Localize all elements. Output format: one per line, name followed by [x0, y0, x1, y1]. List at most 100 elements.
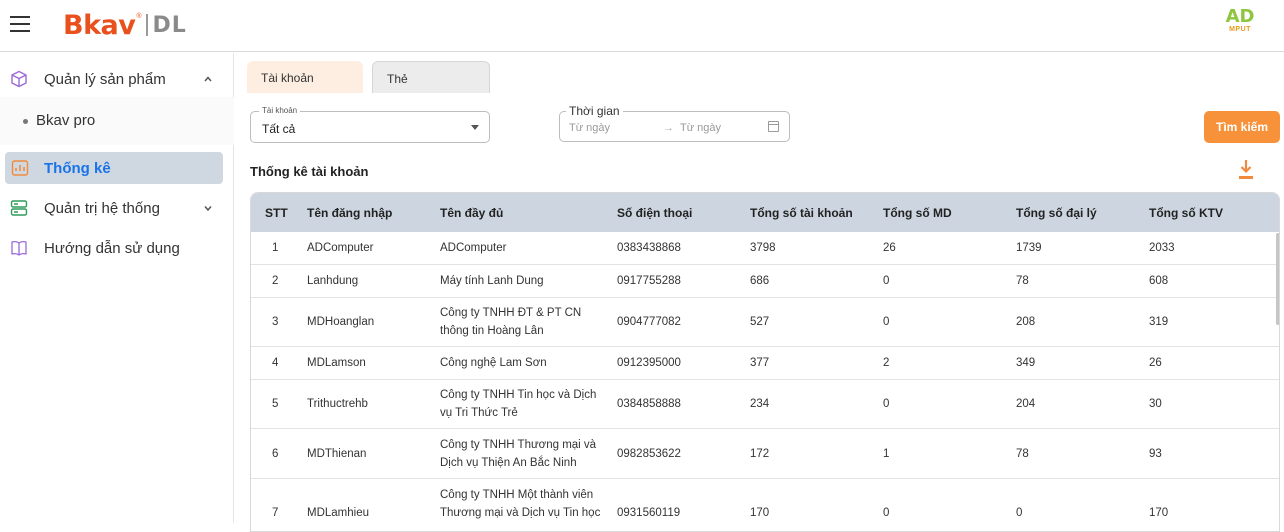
column-header-total-accounts[interactable]: Tổng số tài khoản: [750, 206, 853, 220]
cell-phone: 0383438868: [617, 242, 681, 254]
column-header-phone[interactable]: Số điện thoại: [617, 206, 692, 220]
partner-logo-bottom: MPUT: [1229, 26, 1251, 33]
cell-username: Lanhdung: [307, 275, 359, 287]
account-select-legend: Tài khoản: [259, 106, 301, 115]
cell-fullname-line2: thông tin Hoàng Lân: [440, 325, 544, 337]
search-button[interactable]: Tìm kiếm: [1204, 111, 1280, 143]
top-bar: Bkav ® DL AD MPUT: [0, 0, 1284, 52]
box-icon: [11, 70, 27, 88]
cell-stt: 2: [272, 275, 279, 287]
column-header-total-md[interactable]: Tổng số MD: [883, 206, 952, 220]
sidebar-item-label: Thống kê: [44, 159, 111, 177]
cell-total-md: 2: [883, 357, 890, 369]
cell-total-agents: 0: [1016, 507, 1023, 519]
cell-username: MDLamson: [307, 357, 366, 369]
server-icon: [10, 200, 28, 216]
download-icon[interactable]: [1238, 159, 1254, 181]
table-scrollbar[interactable]: [1276, 233, 1279, 325]
tab-accounts[interactable]: Tài khoản: [247, 61, 363, 93]
cell-total-ktv: 30: [1149, 398, 1162, 410]
cell-total-accounts: 527: [750, 316, 770, 328]
arrow-right-icon: →: [663, 122, 674, 134]
partner-logo: AD MPUT: [1222, 8, 1258, 36]
table-row[interactable]: 6 MDThienan Công ty TNHH Thương mại và D…: [251, 429, 1279, 479]
column-header-stt[interactable]: STT: [265, 206, 288, 220]
cell-phone: 0384858888: [617, 398, 681, 410]
table-row[interactable]: 5 Trithuctrehb Công ty TNHH Tin học và D…: [251, 380, 1279, 429]
cell-fullname-line1: Công ty TNHH ĐT & PT CN: [440, 307, 582, 319]
cell-total-agents: 208: [1016, 316, 1036, 328]
cell-stt: 7: [272, 507, 279, 519]
sidebar: Quản lý sản phẩm Bkav pro Thống kê Quản …: [0, 53, 234, 523]
to-date-input[interactable]: Từ ngày: [680, 122, 721, 134]
from-date-input[interactable]: Từ ngày: [569, 122, 610, 134]
cell-fullname-line1: Công ty TNHH Tin học và Dịch: [440, 389, 597, 401]
cell-fullname-line2: Dịch vụ Thiện An Bắc Ninh: [440, 457, 577, 469]
sidebar-subitem-bkav-pro[interactable]: Bkav pro: [0, 97, 234, 145]
cell-stt: 5: [272, 398, 279, 410]
cell-username: MDLamhieu: [307, 507, 369, 519]
logo-main-text: Bkav: [63, 9, 136, 41]
cell-phone: 0912395000: [617, 357, 681, 369]
sidebar-item-system-admin[interactable]: Quản trị hệ thống: [0, 189, 234, 227]
table-row[interactable]: 3 MDHoanglan Công ty TNHH ĐT & PT CN thô…: [251, 298, 1279, 347]
cell-stt: 3: [272, 316, 279, 328]
table-row[interactable]: 1 ADComputer ADComputer 0383438868 3798 …: [251, 232, 1279, 265]
cell-phone: 0904777082: [617, 316, 681, 328]
cell-fullname-line2: vụ Tri Thức Trẻ: [440, 407, 518, 419]
bullet-icon: [23, 119, 28, 124]
section-title: Thống kê tài khoản: [250, 164, 369, 179]
sidebar-item-user-guide[interactable]: Hướng dẫn sử dụng: [0, 229, 234, 267]
date-range-picker[interactable]: Thời gian Từ ngày → Từ ngày: [559, 104, 790, 142]
cell-fullname: ADComputer: [440, 242, 507, 254]
account-select[interactable]: Tài khoản Tất cả: [250, 106, 490, 143]
chart-icon: [11, 160, 29, 176]
cell-stt: 6: [272, 448, 279, 460]
cell-total-accounts: 234: [750, 398, 770, 410]
cell-total-md: 0: [883, 316, 890, 328]
table-row[interactable]: 4 MDLamson Công nghệ Lam Sơn 0912395000 …: [251, 347, 1279, 380]
partner-logo-top: AD: [1225, 6, 1255, 27]
cell-phone: 0931560119: [617, 507, 681, 519]
column-header-fullname[interactable]: Tên đầy đủ: [440, 206, 503, 220]
cell-total-accounts: 172: [750, 448, 770, 460]
column-header-username[interactable]: Tên đăng nhập: [307, 206, 392, 220]
logo-registered-mark: ®: [136, 12, 142, 20]
cell-total-ktv: 93: [1149, 448, 1162, 460]
cell-total-ktv: 2033: [1149, 242, 1175, 254]
column-header-total-ktv[interactable]: Tổng số KTV: [1149, 206, 1223, 220]
cell-fullname-line1: Công ty TNHH Một thành viên: [440, 489, 594, 501]
table-row[interactable]: 7 MDLamhieu Công ty TNHH Một thành viên …: [251, 479, 1279, 531]
cell-total-agents: 204: [1016, 398, 1036, 410]
sidebar-item-statistics[interactable]: Thống kê: [5, 152, 223, 184]
app-logo[interactable]: Bkav ® DL: [63, 8, 187, 42]
cell-total-ktv: 319: [1149, 316, 1169, 328]
account-select-value: Tất cả: [262, 122, 296, 136]
account-stats-table: STT Tên đăng nhập Tên đầy đủ Số điện tho…: [250, 192, 1280, 532]
cell-username: MDHoanglan: [307, 316, 375, 328]
sidebar-item-label: Quản lý sản phẩm: [44, 70, 166, 88]
sidebar-item-product-management[interactable]: Quản lý sản phẩm: [0, 60, 234, 98]
caret-down-icon: [471, 125, 479, 130]
cell-total-ktv: 170: [1149, 507, 1169, 519]
cell-total-md: 26: [883, 242, 896, 254]
chevron-down-icon: [204, 206, 212, 212]
logo-sub-text: DL: [152, 12, 187, 38]
column-header-total-agents[interactable]: Tổng số đại lý: [1016, 206, 1097, 220]
cell-phone: 0982853622: [617, 448, 681, 460]
cell-total-agents: 78: [1016, 448, 1029, 460]
cell-fullname: Máy tính Lanh Dung: [440, 275, 544, 287]
cell-username: MDThienan: [307, 448, 367, 460]
cell-fullname: Công nghệ Lam Sơn: [440, 357, 547, 369]
book-icon: [11, 241, 27, 256]
table-row[interactable]: 2 Lanhdung Máy tính Lanh Dung 0917755288…: [251, 265, 1279, 298]
cell-total-md: 1: [883, 448, 890, 460]
cell-stt: 4: [272, 357, 279, 369]
cell-total-accounts: 686: [750, 275, 770, 287]
cell-stt: 1: [272, 242, 279, 254]
menu-icon[interactable]: [10, 16, 30, 32]
tab-cards[interactable]: Thẻ: [372, 61, 490, 93]
calendar-icon[interactable]: [768, 121, 779, 132]
cell-total-agents: 349: [1016, 357, 1036, 369]
cell-total-md: 0: [883, 275, 890, 287]
